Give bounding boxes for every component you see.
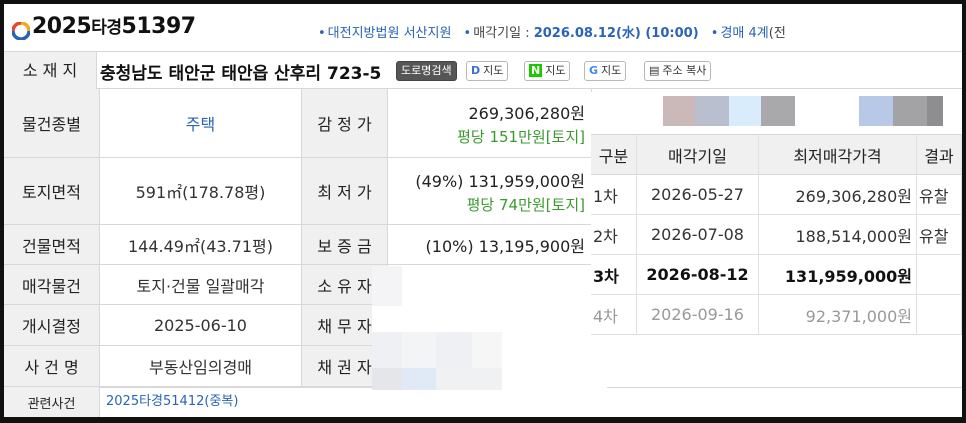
auction-detail-frame: 2025타경51397 • 대전지방법원 서산지원 • 매각기일 : 2026.08… — [4, 4, 962, 417]
deposit: (10%) 13,195,900원 — [425, 236, 585, 256]
price: 131,959,000원 — [759, 255, 917, 295]
court-link[interactable]: 대전지방법원 서산지원 — [328, 26, 452, 41]
blurred-thumb — [859, 96, 893, 126]
round: 2차 — [591, 215, 637, 255]
case-num: 51397 — [121, 14, 197, 39]
case-name-value: 부동산임의경매 — [100, 346, 302, 387]
address-row: 소 재 지 충청남도 태안군 태안읍 산후리 723-5 도로명검색 D 지도 N… — [4, 52, 962, 89]
date: 2026-08-12 — [637, 255, 759, 295]
deposit-value: (10%) 13,195,900원 — [388, 225, 592, 265]
result — [917, 255, 962, 295]
logo-icon — [12, 22, 30, 40]
round: 3차 — [591, 255, 637, 295]
daum-map-button[interactable]: D 지도 — [466, 61, 509, 81]
col-result: 결과 — [917, 134, 962, 175]
blurred-thumb — [893, 96, 927, 126]
deposit-label: 보 증 금 — [302, 225, 388, 265]
col-date: 매각기일 — [637, 134, 759, 175]
blurred-thumb — [761, 96, 795, 126]
appraisal-per-pyeong: 평당 151만원[토지] — [457, 127, 585, 146]
price: 269,306,280원 — [759, 175, 917, 215]
round: 1차 — [591, 175, 637, 215]
appraisal-label: 감 정 가 — [302, 89, 388, 158]
min-per-pyeong: 평당 74만원[토지] — [466, 195, 585, 214]
google-icon: G — [589, 64, 599, 77]
date: 2026-05-27 — [637, 175, 759, 215]
type-value[interactable]: 주택 — [100, 89, 302, 158]
appraisal-value: 269,306,280원 평당 151만원[토지] — [388, 89, 592, 158]
google-map-button[interactable]: G 지도 — [584, 61, 627, 81]
min-price-value: (49%) 131,959,000원 평당 74만원[토지] — [388, 158, 592, 225]
dept-suffix: (전 — [768, 26, 786, 41]
sale-item-label: 매각물건 — [4, 265, 100, 305]
min-price: (49%) 131,959,000원 — [415, 171, 585, 191]
round: 4차 — [591, 295, 637, 335]
case-type: 타경 — [91, 18, 122, 38]
sale-date-label: 매각기일 : — [473, 26, 534, 41]
appraisal-price: 269,306,280원 — [468, 103, 585, 123]
case-header: 2025타경51397 • 대전지방법원 서산지원 • 매각기일 : 2026.08… — [4, 4, 962, 52]
daum-icon: D — [471, 64, 481, 77]
blurred-thumb — [663, 96, 695, 126]
road-name-search-button[interactable]: 도로명검색 — [396, 61, 457, 81]
result: 유찰 — [917, 215, 962, 255]
address-label: 소 재 지 — [4, 52, 97, 89]
naver-map-button[interactable]: N 지도 — [524, 61, 571, 81]
sale-item-value: 토지·건물 일괄매각 — [100, 265, 302, 305]
price: 188,514,000원 — [759, 215, 917, 255]
redacted-area — [372, 266, 607, 392]
dept-link[interactable]: 경매 4계 — [720, 26, 768, 41]
result: 유찰 — [917, 175, 962, 215]
land-area-value: 591㎡(178.78평) — [100, 158, 302, 225]
building-area-label: 건물면적 — [4, 225, 100, 265]
address-text: 충청남도 태안군 태안읍 산후리 723-5 — [100, 64, 382, 84]
sale-date: 2026.08.12(水) (10:00) — [533, 26, 699, 41]
price: 92,371,000원 — [759, 295, 917, 335]
date: 2026-07-08 — [637, 215, 759, 255]
blurred-thumb — [927, 96, 943, 126]
building-area-value: 144.49㎡(43.71평) — [100, 225, 302, 265]
naver-icon: N — [529, 64, 543, 77]
min-price-label: 최 저 가 — [302, 158, 388, 225]
copy-address-button[interactable]: ▤ 주소 복사 — [644, 61, 712, 81]
case-number: 2025타경51397 — [32, 13, 196, 39]
col-min-price: 최저매각가격 — [759, 134, 917, 175]
case-name-label: 사 건 명 — [4, 346, 100, 387]
sale-history-panel: 구분 매각기일 최저매각가격 결과 1차 2026-05-27 269,306,… — [591, 92, 962, 338]
result — [917, 295, 962, 335]
case-year: 2025 — [32, 14, 92, 39]
start-decision-value: 2025-06-10 — [100, 305, 302, 346]
related-case-link[interactable]: 2025타경51412(중복) — [106, 387, 238, 417]
start-decision-label: 개시결정 — [4, 305, 100, 346]
related-label: 관련사건 — [4, 387, 100, 417]
blurred-thumb — [695, 96, 729, 126]
blurred-thumb — [729, 96, 761, 126]
col-round: 구분 — [591, 134, 637, 175]
type-label: 물건종별 — [4, 89, 100, 158]
doc-icon: ▤ — [649, 64, 660, 77]
land-area-label: 토지면적 — [4, 158, 100, 225]
date: 2026-09-16 — [637, 295, 759, 335]
case-meta: • 대전지방법원 서산지원 • 매각기일 : 2026.08.12(水) (10:0… — [318, 26, 786, 41]
